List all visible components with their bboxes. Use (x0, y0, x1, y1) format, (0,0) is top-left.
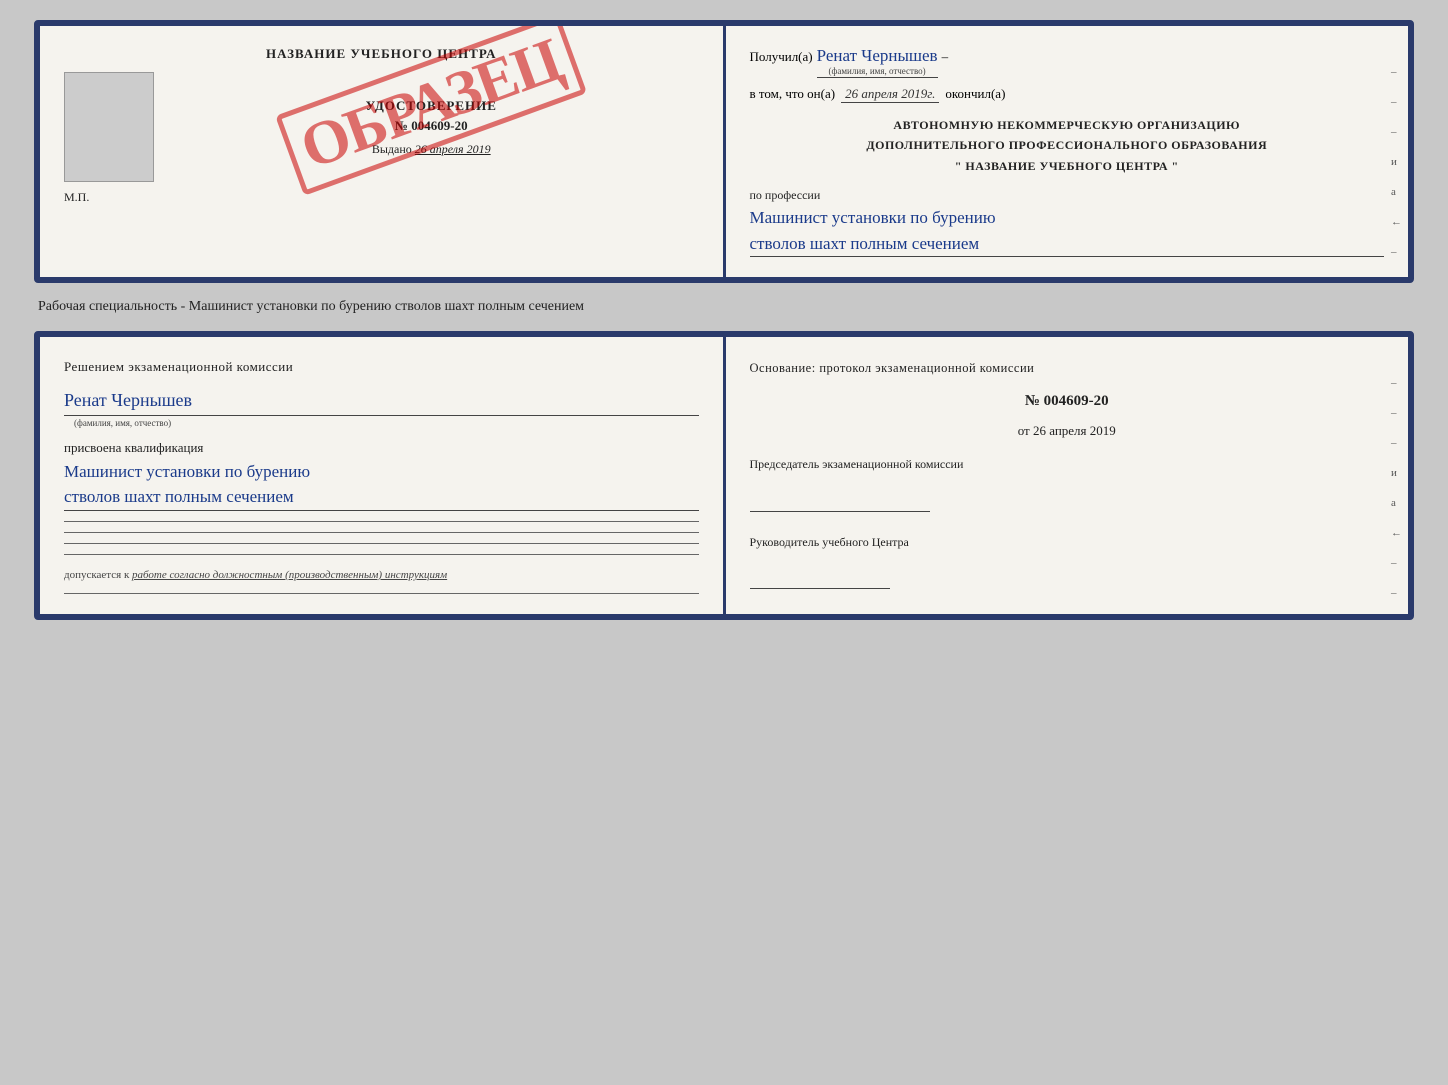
cert-number: № 004609-20 (395, 118, 468, 134)
resheniem-label: Решением экзаменационной комиссии (64, 357, 699, 378)
side-dashes-top: –––иа←––– (1391, 66, 1402, 283)
protocol-number: № 004609-20 (750, 388, 1385, 415)
fio-hint: (фамилия, имя, отчество) (817, 66, 938, 76)
vydano-line: Выдано 26 апреля 2019 (372, 142, 491, 157)
bottom-certificate: Решением экзаменационной комиссии Ренат … (34, 331, 1414, 619)
photo-placeholder (64, 72, 154, 182)
bottom-right-content: Основание: протокол экзаменационной коми… (750, 357, 1385, 589)
osnovanie-label: Основание: протокол экзаменационной коми… (750, 357, 1385, 380)
profession-handwritten: Машинист установки по бурению стволов ша… (750, 205, 1385, 257)
fio-handwritten: Ренат Чернышев (фамилия, имя, отчество) (817, 46, 938, 78)
bottom-fio-block: Ренат Чернышев (фамилия, имя, отчество) (64, 386, 699, 430)
dopusk-handwritten: работе согласно должностным (производств… (132, 569, 447, 581)
bottom-right-page: Основание: протокол экзаменационной коми… (726, 337, 1409, 613)
rukovoditel-label: Руководитель учебного Центра (750, 532, 1385, 554)
prisvoena-block: присвоена квалификация Машинист установк… (64, 438, 699, 511)
top-certificate: НАЗВАНИЕ УЧЕБНОГО ЦЕНТРА ОБРАЗЕЦ УДОСТОВ… (34, 20, 1414, 283)
side-dashes-bottom: –––иа←––– (1391, 377, 1402, 619)
dopuskaetsya-block: допускается к работе согласно должностны… (64, 567, 699, 585)
bottom-left-content: Решением экзаменационной комиссии Ренат … (64, 357, 699, 593)
top-left-title: НАЗВАНИЕ УЧЕБНОГО ЦЕНТРА (64, 46, 699, 62)
qual-handwritten: Машинист установки по бурению стволов ша… (64, 459, 699, 511)
bottom-left-page: Решением экзаменационной комиссии Ренат … (40, 337, 726, 613)
rukovoditel-block: Руководитель учебного Центра (750, 532, 1385, 590)
vtom-line: в том, что он(а) 26 апреля 2019г. окончи… (750, 86, 1385, 103)
bottom-fio-hint: (фамилия, имя, отчество) (74, 416, 699, 430)
spec-label: Рабочая специальность - Машинист установ… (34, 293, 1414, 321)
poluchil-line: Получил(а) Ренат Чернышев (фамилия, имя,… (750, 46, 1385, 78)
top-left-page: НАЗВАНИЕ УЧЕБНОГО ЦЕНТРА ОБРАЗЕЦ УДОСТОВ… (40, 26, 726, 277)
mp-line: М.П. (64, 190, 699, 205)
bottom-fio-handwritten: Ренат Чернышев (64, 386, 699, 416)
top-right-page: Получил(а) Ренат Чернышев (фамилия, имя,… (726, 26, 1409, 277)
predsedatel-block: Председатель экзаменационной комиссии (750, 454, 1385, 512)
cert-center: ОБРАЗЕЦ УДОСТОВЕРЕНИЕ № 004609-20 Выдано… (164, 72, 699, 182)
protocol-date: от 26 апреля 2019 (750, 419, 1385, 442)
date-handwritten: 26 апреля 2019г. (841, 86, 939, 103)
udost-label: УДОСТОВЕРЕНИЕ (366, 98, 497, 114)
org-block: АВТОНОМНУЮ НЕКОММЕРЧЕСКУЮ ОРГАНИЗАЦИЮ ДО… (750, 115, 1385, 176)
profession-block: по профессии Машинист установки по бурен… (750, 188, 1385, 257)
predsedatel-label: Председатель экзаменационной комиссии (750, 454, 1385, 476)
